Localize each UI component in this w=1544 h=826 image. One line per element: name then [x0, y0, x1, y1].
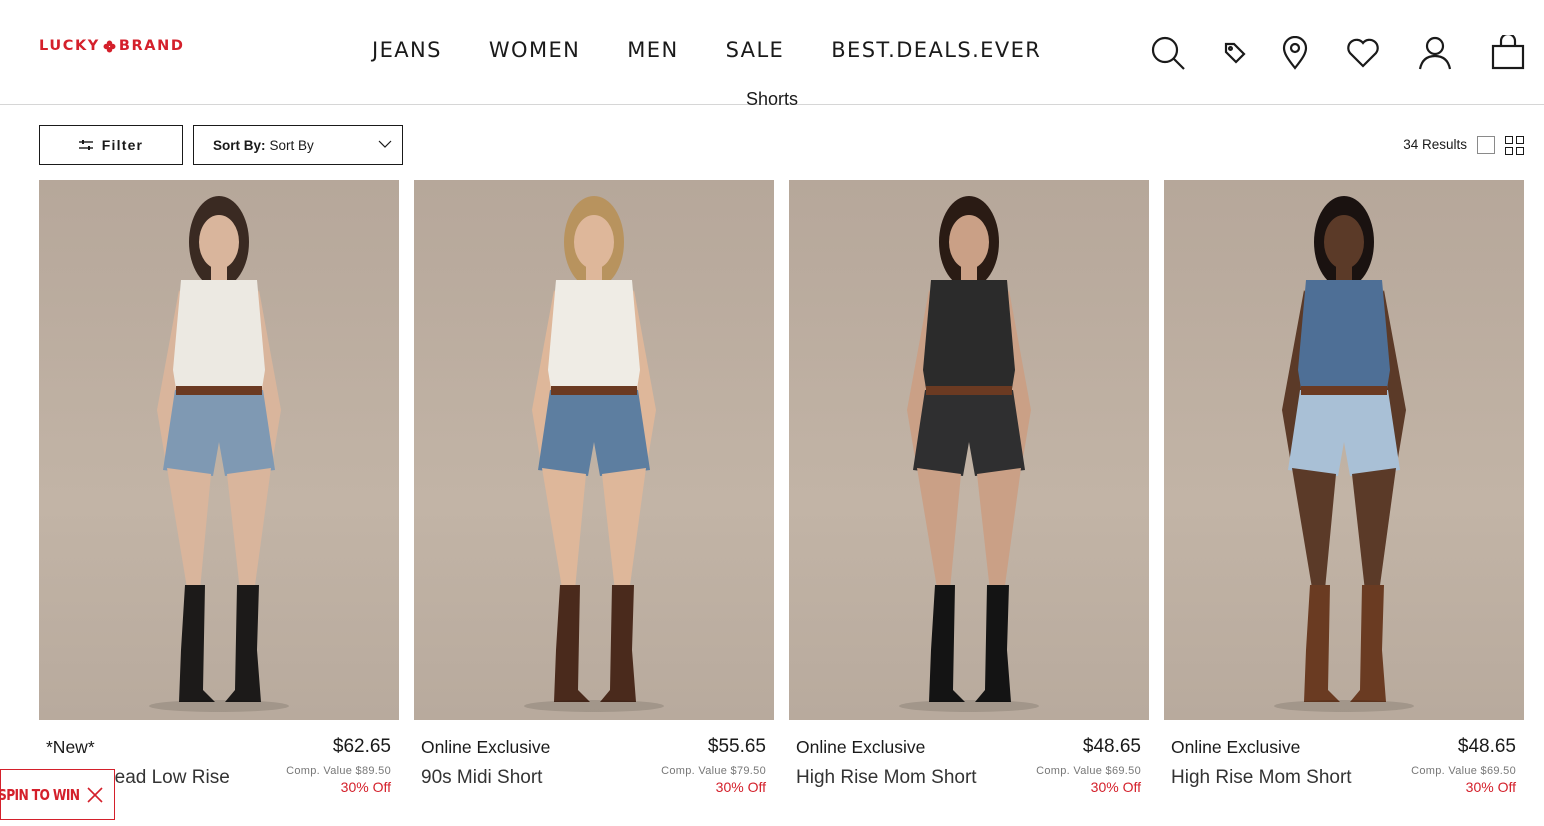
model-leg	[917, 468, 961, 600]
floor-shadow	[1274, 700, 1414, 712]
product-price: $55.65	[707, 736, 766, 757]
model-top	[923, 280, 1015, 395]
model-top	[173, 280, 265, 395]
filter-label: Filter	[101, 137, 144, 153]
comp-value: Comp. Value $79.50	[661, 765, 766, 777]
sort-prefix: Sort By:	[213, 137, 266, 153]
model-figure	[1274, 196, 1414, 712]
model-shorts	[163, 390, 275, 476]
model-head	[1324, 215, 1364, 269]
model-shorts	[1288, 390, 1400, 476]
discount-label: 30% Off	[1090, 779, 1141, 795]
product-price: $48.65	[1457, 736, 1516, 757]
discount-label: 30% Off	[340, 779, 391, 795]
single-view-icon[interactable]	[1477, 136, 1495, 154]
product-price: $48.65	[1082, 736, 1141, 757]
model-shorts	[538, 390, 650, 476]
model-boot	[975, 585, 1011, 702]
product-badge: Online Exclusive	[796, 737, 926, 757]
model-head	[574, 215, 614, 269]
header-actions	[0, 34, 1544, 74]
product-image[interactable]	[789, 180, 1149, 720]
model-neck	[211, 264, 227, 282]
product-card[interactable]: Online Exclusive High Rise Mom Short $48…	[789, 180, 1149, 826]
model-neck	[1336, 264, 1352, 282]
grid-view-icon[interactable]	[1505, 136, 1524, 155]
product-name[interactable]: High Rise Mom Short	[796, 766, 996, 790]
product-name[interactable]: 90s Midi Short	[421, 766, 621, 790]
product-name[interactable]: High Rise Mom Short	[1171, 766, 1371, 790]
model-figure	[524, 196, 664, 712]
model-neck	[586, 264, 602, 282]
account-icon[interactable]	[1417, 34, 1453, 72]
model-top	[548, 280, 640, 395]
spin-to-win-tab[interactable]: SPIN TO WIN	[0, 769, 115, 820]
model-figure	[899, 196, 1039, 712]
product-price: $62.65	[332, 736, 391, 757]
product-grid: *New* Lucky Dead Low Rise Short $62.65 C…	[39, 180, 1524, 826]
location-icon[interactable]	[1280, 34, 1310, 72]
product-badge: Online Exclusive	[421, 737, 551, 757]
product-card[interactable]: Online Exclusive 90s Midi Short $55.65 C…	[414, 180, 774, 826]
product-card[interactable]: Online Exclusive High Rise Mom Short $48…	[1164, 180, 1524, 826]
model-boot	[1350, 585, 1386, 702]
discount-label: 30% Off	[1465, 779, 1516, 795]
comp-value: Comp. Value $89.50	[286, 765, 391, 777]
tag-icon[interactable]	[1221, 34, 1249, 72]
model-leg	[1292, 468, 1336, 600]
sort-value: Sort By	[269, 137, 314, 153]
product-image[interactable]	[39, 180, 399, 720]
floor-shadow	[524, 700, 664, 712]
results-count: 34 Results	[1403, 137, 1467, 152]
comp-value: Comp. Value $69.50	[1036, 765, 1141, 777]
product-badge: *New*	[46, 737, 95, 757]
product-card[interactable]: *New* Lucky Dead Low Rise Short $62.65 C…	[39, 180, 399, 826]
product-image[interactable]	[1164, 180, 1524, 720]
model-belt	[551, 386, 637, 395]
sliders-icon	[78, 140, 93, 150]
model-leg	[542, 468, 586, 600]
bag-icon[interactable]	[1489, 34, 1527, 72]
model-neck	[961, 264, 977, 282]
model-top	[1298, 280, 1390, 395]
model-leg	[602, 468, 646, 600]
model-belt	[176, 386, 262, 395]
spin-to-win-label: SPIN TO WIN	[0, 785, 80, 804]
model-boot	[554, 585, 590, 702]
model-boot	[225, 585, 261, 702]
chevron-down-icon	[378, 140, 392, 148]
floor-shadow	[899, 700, 1039, 712]
model-shorts	[913, 390, 1025, 476]
model-belt	[1301, 386, 1387, 395]
comp-value: Comp. Value $69.50	[1411, 765, 1516, 777]
model-leg	[227, 468, 271, 600]
model-boot	[600, 585, 636, 702]
product-image[interactable]	[414, 180, 774, 720]
sort-dropdown[interactable]: Sort By: Sort By	[193, 125, 403, 165]
model-leg	[167, 468, 211, 600]
model-boot	[929, 585, 965, 702]
model-belt	[926, 386, 1012, 395]
heart-icon[interactable]	[1345, 34, 1381, 72]
model-head	[949, 215, 989, 269]
model-head	[199, 215, 239, 269]
model-leg	[977, 468, 1021, 600]
product-badge: Online Exclusive	[1171, 737, 1301, 757]
model-boot	[179, 585, 215, 702]
close-icon[interactable]	[87, 787, 103, 803]
model-leg	[1352, 468, 1396, 600]
filter-button[interactable]: Filter	[39, 125, 183, 165]
search-icon[interactable]	[1149, 34, 1187, 72]
model-boot	[1304, 585, 1340, 702]
discount-label: 30% Off	[715, 779, 766, 795]
model-figure	[149, 196, 289, 712]
floor-shadow	[149, 700, 289, 712]
page-title: Shorts	[745, 89, 799, 105]
